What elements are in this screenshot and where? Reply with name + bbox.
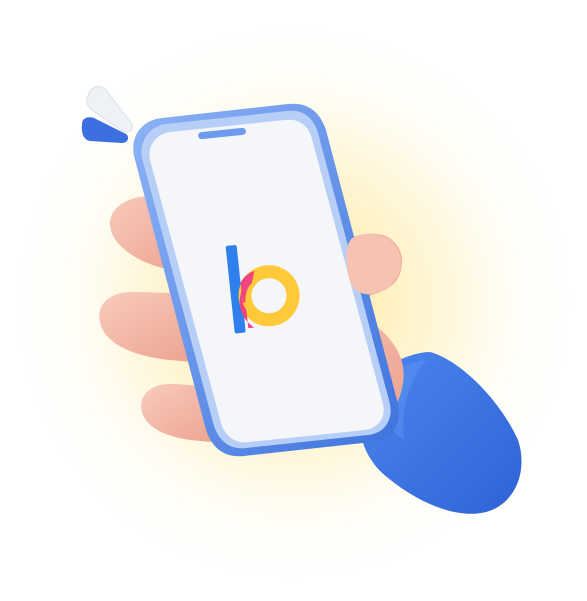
accent-marks — [81, 86, 133, 143]
thumb-tip — [346, 234, 402, 295]
hand-holding-phone-illustration — [81, 86, 522, 514]
illustration-stage — [0, 0, 587, 601]
